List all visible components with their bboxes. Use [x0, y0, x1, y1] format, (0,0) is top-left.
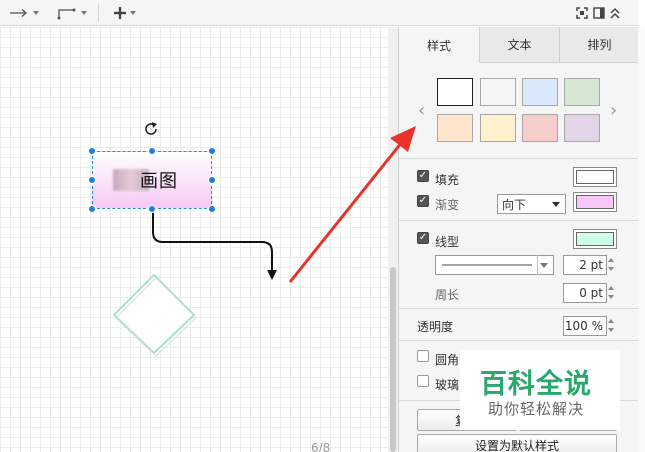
- toolbar-right: [390, 0, 638, 26]
- connection-style-button[interactable]: [8, 0, 39, 26]
- format-panel-icon[interactable]: [593, 7, 605, 19]
- divider: [399, 340, 639, 341]
- chevron-down-icon: [130, 11, 136, 15]
- plus-icon: [114, 7, 126, 19]
- swatch-gray[interactable]: [480, 78, 516, 106]
- shape-label: 画图: [140, 171, 178, 192]
- fill-label: 填充: [435, 173, 460, 187]
- fill-color-picker[interactable]: [573, 167, 617, 187]
- waypoint-icon: [57, 8, 76, 20]
- resize-handle[interactable]: [88, 176, 96, 184]
- gradient-label: 渐变: [435, 198, 460, 212]
- panel-scrollbar[interactable]: [638, 27, 645, 452]
- glass-label: 玻璃: [435, 378, 460, 392]
- watermark-subtitle: 助你轻松解决: [488, 400, 585, 418]
- watermark-title: 百科全说: [480, 369, 592, 400]
- insert-button[interactable]: [113, 0, 136, 26]
- swatch-blue[interactable]: [522, 78, 558, 106]
- resize-handle[interactable]: [208, 205, 216, 213]
- gradient-direction-value: 向下: [502, 197, 527, 212]
- arrow-right-icon: [10, 9, 27, 17]
- tab-text[interactable]: 文本: [479, 27, 559, 63]
- chevron-right-icon[interactable]: ›: [610, 100, 617, 121]
- gradient-direction-select[interactable]: 向下: [497, 194, 566, 214]
- opacity-label: 透明度: [417, 320, 454, 334]
- select-divider: [537, 255, 538, 275]
- toolbar-divider: [98, 4, 99, 22]
- resize-handle[interactable]: [208, 147, 216, 155]
- divider: [399, 308, 639, 309]
- tab-arrange[interactable]: 排列: [559, 27, 639, 63]
- divider: [399, 220, 639, 221]
- fit-icon[interactable]: [576, 7, 588, 19]
- gradient-color-picker[interactable]: [573, 192, 617, 212]
- rounded-checkbox[interactable]: [417, 350, 429, 362]
- line-width-spinner[interactable]: [607, 255, 617, 275]
- opacity-input[interactable]: 100 %: [563, 316, 607, 336]
- selected-shape[interactable]: 画图: [92, 151, 212, 209]
- swatch-purple[interactable]: [564, 114, 600, 142]
- line-label: 线型: [435, 235, 460, 249]
- panel-tabs: 样式 文本 排列: [399, 27, 639, 63]
- tab-style[interactable]: 样式: [399, 27, 479, 63]
- solid-line-icon: [442, 264, 532, 266]
- scrollbar-thumb[interactable]: [390, 267, 396, 452]
- chevron-down-icon: [552, 202, 560, 207]
- opacity-spinner[interactable]: [607, 316, 617, 336]
- swatch-red[interactable]: [522, 114, 558, 142]
- chevron-down-icon: [81, 11, 87, 15]
- perimeter-input[interactable]: 0 pt: [563, 283, 607, 303]
- swatch-orange[interactable]: [437, 114, 473, 142]
- watermark: 百科全说 助你轻松解决: [460, 350, 620, 430]
- annotation-arrow: [288, 126, 416, 283]
- collapse-icon[interactable]: [609, 6, 621, 20]
- resize-handle[interactable]: [88, 147, 96, 155]
- rotate-icon[interactable]: [142, 120, 160, 138]
- waypoint-style-button[interactable]: [56, 0, 87, 26]
- resize-handle[interactable]: [208, 176, 216, 184]
- swatch-yellow[interactable]: [480, 114, 516, 142]
- chevron-left-icon[interactable]: ‹: [418, 100, 425, 121]
- resize-handle[interactable]: [148, 205, 156, 213]
- perimeter-spinner[interactable]: [607, 283, 617, 303]
- swatch-green[interactable]: [564, 78, 600, 106]
- swatch-white[interactable]: [437, 78, 473, 106]
- line-width-input[interactable]: 2 pt: [563, 255, 607, 275]
- set-default-style-button[interactable]: 设置为默认样式: [417, 434, 617, 452]
- divider: [399, 158, 639, 159]
- perimeter-label: 周长: [435, 288, 460, 302]
- resize-handle[interactable]: [88, 205, 96, 213]
- diamond-shape: [112, 273, 197, 357]
- glass-checkbox[interactable]: [417, 375, 429, 387]
- rounded-label: 圆角: [435, 353, 460, 367]
- chevron-down-icon: [540, 263, 548, 268]
- page-indicator: 6/8: [311, 441, 331, 452]
- line-color-picker[interactable]: [573, 229, 617, 249]
- chevron-down-icon: [33, 11, 39, 15]
- resize-handle[interactable]: [148, 147, 156, 155]
- toolbar: [0, 0, 390, 26]
